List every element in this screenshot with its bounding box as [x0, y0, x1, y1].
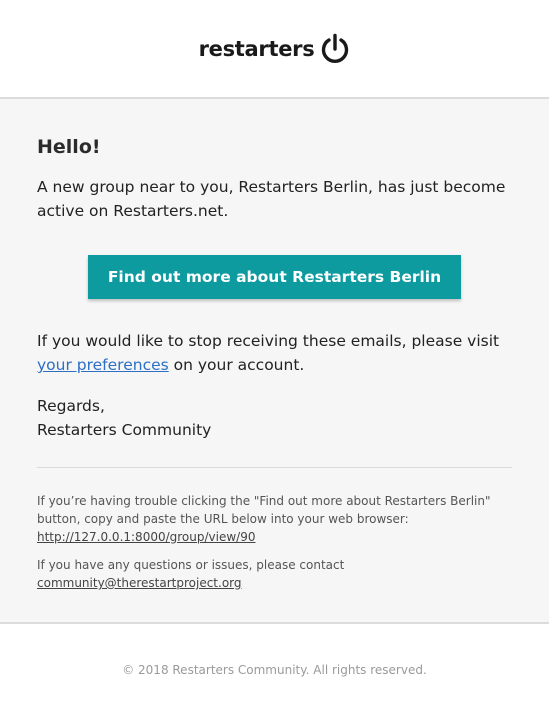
- subcopy-divider: [37, 467, 512, 468]
- signature-text: Restarters Community: [37, 421, 212, 439]
- contact-text: If you have any questions or issues, ple…: [37, 558, 345, 572]
- trouble-text: If you’re having trouble clicking the "F…: [37, 494, 491, 526]
- preferences-text-before: If you would like to stop receiving thes…: [37, 332, 500, 350]
- copyright-text: © 2018 Restarters Community. All rights …: [122, 663, 427, 677]
- group-url-link[interactable]: http://127.0.0.1:8000/group/view/90: [37, 530, 255, 544]
- greeting-heading: Hello!: [37, 136, 101, 158]
- regards-text: Regards,: [37, 397, 105, 415]
- preferences-text-after: on your account.: [168, 356, 305, 374]
- trouble-note: If you’re having trouble clicking the "F…: [37, 492, 512, 546]
- power-icon: [322, 33, 349, 63]
- intro-text: A new group near to you, Restarters Berl…: [37, 178, 506, 220]
- regards-block: Regards, Restarters Community: [37, 394, 512, 442]
- email-footer: © 2018 Restarters Community. All rights …: [0, 624, 549, 716]
- contact-email-link[interactable]: community@therestartproject.org: [37, 576, 242, 590]
- find-out-more-button[interactable]: Find out more about Restarters Berlin: [87, 255, 462, 299]
- email-body: Hello! A new group near to you, Restarte…: [0, 99, 549, 624]
- email-header: restarters: [0, 0, 549, 99]
- restarters-logo[interactable]: restarters: [199, 33, 351, 65]
- preferences-link[interactable]: your preferences: [37, 356, 169, 374]
- contact-note: If you have any questions or issues, ple…: [37, 556, 512, 592]
- preferences-text: If you would like to stop receiving thes…: [37, 329, 512, 377]
- logo-text: restarters: [198, 36, 315, 61]
- cta-container: Find out more about Restarters Berlin: [37, 255, 512, 299]
